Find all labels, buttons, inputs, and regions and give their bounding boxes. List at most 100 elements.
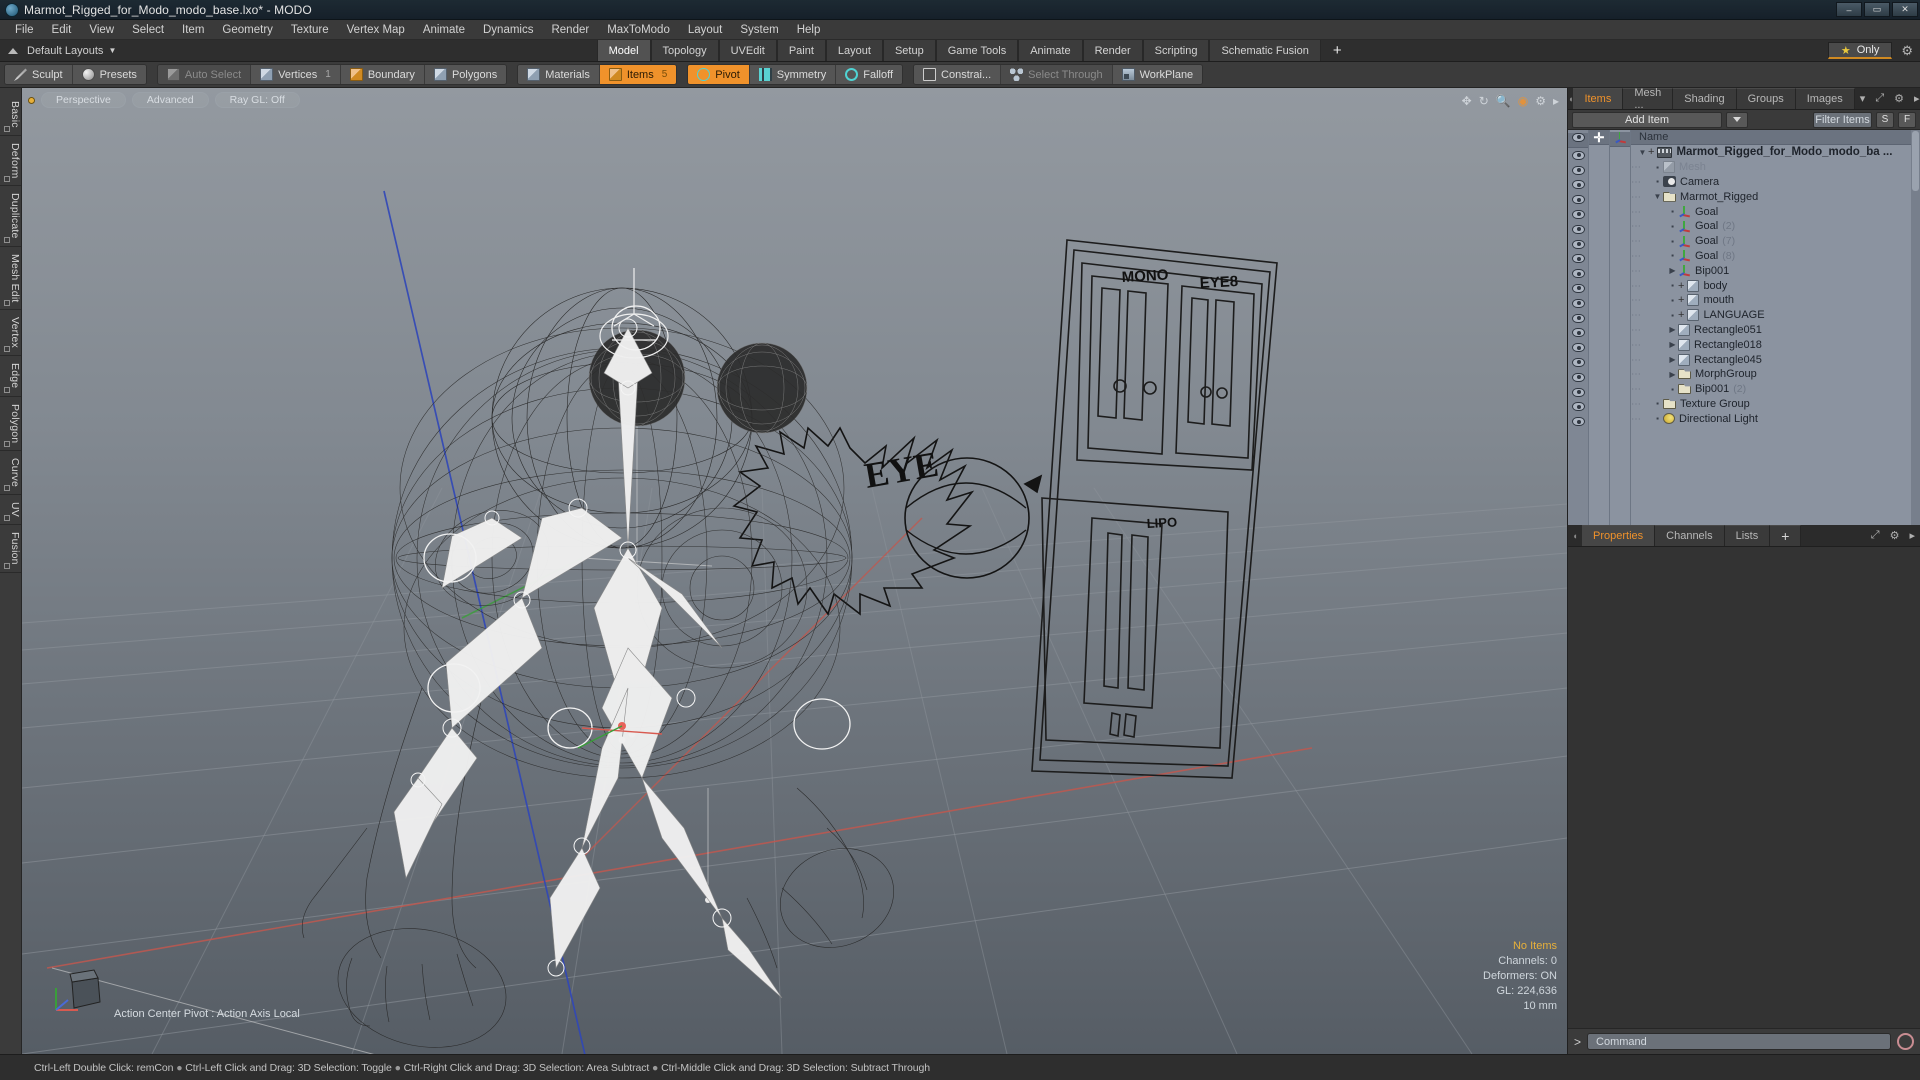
item-row[interactable]: ⋯ ▪ Directional Light bbox=[1631, 411, 1920, 426]
item-twirl-closed[interactable]: ▶ bbox=[1667, 340, 1678, 349]
menu-item-texture[interactable]: Texture bbox=[282, 22, 338, 38]
layout-tab-game-tools[interactable]: Game Tools bbox=[935, 40, 1019, 61]
item-transform-cell[interactable] bbox=[1610, 206, 1630, 221]
gear-icon[interactable]: ⚙ bbox=[1885, 525, 1905, 546]
item-row[interactable]: ⋯ ▪ Goal (7) bbox=[1631, 234, 1920, 249]
viewport-state-dot[interactable] bbox=[28, 96, 35, 104]
item-lock-cell[interactable] bbox=[1589, 397, 1609, 412]
item-visibility-toggle[interactable] bbox=[1568, 178, 1588, 193]
item-lock-cell[interactable] bbox=[1589, 160, 1609, 175]
panel-tab-channels[interactable]: Channels bbox=[1655, 525, 1725, 546]
item-row[interactable]: ⋯ ▪ Goal bbox=[1631, 204, 1920, 219]
item-row[interactable]: ⋯ ▼ Marmot_Rigged bbox=[1631, 189, 1920, 204]
item-list-scroll-thumb[interactable] bbox=[1912, 131, 1919, 191]
toolbar-button-auto-select[interactable]: Auto Select bbox=[157, 65, 252, 84]
item-transform-cell[interactable] bbox=[1610, 325, 1630, 340]
maximize-button[interactable]: ▭ bbox=[1864, 2, 1890, 17]
item-plus-icon[interactable]: + bbox=[1678, 309, 1684, 321]
item-transform-cell[interactable] bbox=[1610, 236, 1630, 251]
rail-tab-mesh-edit[interactable]: Mesh Edit bbox=[0, 247, 21, 311]
item-visibility-toggle[interactable] bbox=[1568, 355, 1588, 370]
toolbar-button-polygons[interactable]: Polygons bbox=[424, 65, 507, 84]
item-lock-cell[interactable] bbox=[1589, 337, 1609, 352]
item-twirl-closed[interactable]: ▶ bbox=[1667, 266, 1678, 275]
panel-tab-groups[interactable]: Groups bbox=[1736, 88, 1796, 109]
item-transform-cell[interactable] bbox=[1610, 280, 1630, 295]
item-twirl-closed[interactable]: ▶ bbox=[1667, 325, 1678, 334]
item-lock-cell[interactable] bbox=[1589, 189, 1609, 204]
layout-tab-setup[interactable]: Setup bbox=[882, 40, 936, 61]
item-row[interactable]: ⋯ ▶ MorphGroup bbox=[1631, 367, 1920, 382]
item-row[interactable]: ⋯ ▶ Rectangle018 bbox=[1631, 337, 1920, 352]
viewport-raygl-button[interactable]: Ray GL: Off bbox=[214, 92, 300, 108]
filter-f-button[interactable]: F bbox=[1898, 111, 1916, 128]
item-twirl-closed[interactable]: ▶ bbox=[1667, 370, 1678, 379]
item-visibility-toggle[interactable] bbox=[1568, 237, 1588, 252]
item-visibility-toggle[interactable] bbox=[1568, 281, 1588, 296]
item-row[interactable]: ⋯ ▪ Goal (2) bbox=[1631, 219, 1920, 234]
toolbar-button-constrai[interactable]: Constrai... bbox=[914, 65, 1002, 84]
layout-tab-paint[interactable]: Paint bbox=[776, 40, 826, 61]
panel-tab-properties[interactable]: Properties bbox=[1582, 525, 1656, 546]
item-transform-cell[interactable] bbox=[1610, 191, 1630, 206]
item-transform-cell[interactable] bbox=[1610, 339, 1630, 354]
rail-tab-uv[interactable]: UV bbox=[0, 495, 21, 526]
layout-tab-animate[interactable]: Animate bbox=[1018, 40, 1083, 61]
menu-item-file[interactable]: File bbox=[6, 22, 43, 38]
move-icon[interactable]: ✥ bbox=[1462, 94, 1472, 108]
gear-icon[interactable]: ⚙ bbox=[1535, 94, 1546, 108]
filter-s-button[interactable]: S bbox=[1876, 111, 1894, 128]
item-lock-cell[interactable] bbox=[1589, 175, 1609, 190]
zoom-icon[interactable]: 🔍 bbox=[1496, 94, 1511, 108]
item-lock-cell[interactable] bbox=[1589, 382, 1609, 397]
viewport-3d[interactable]: MONO EYE8 LIPO EYE Perspective Advanced … bbox=[22, 88, 1568, 1054]
layout-tab-render[interactable]: Render bbox=[1082, 40, 1143, 61]
item-visibility-toggle[interactable] bbox=[1568, 370, 1588, 385]
panel-tab-images[interactable]: Images bbox=[1795, 88, 1855, 109]
item-visibility-toggle[interactable] bbox=[1568, 340, 1588, 355]
item-transform-cell[interactable] bbox=[1610, 251, 1630, 266]
item-transform-cell[interactable] bbox=[1610, 147, 1630, 162]
item-row[interactable]: ⋯ ▪ Bip001 (2) bbox=[1631, 382, 1920, 397]
toolbar-button-workplane[interactable]: WorkPlane bbox=[1112, 65, 1203, 84]
menu-item-render[interactable]: Render bbox=[542, 22, 598, 38]
menu-item-dynamics[interactable]: Dynamics bbox=[474, 22, 542, 38]
toolbar-button-falloff[interactable]: Falloff bbox=[836, 65, 903, 84]
item-visibility-toggle[interactable] bbox=[1568, 207, 1588, 222]
item-transform-cell[interactable] bbox=[1610, 399, 1630, 414]
item-row[interactable]: ⋯ ▪ Texture Group bbox=[1631, 397, 1920, 412]
chevron-down-icon[interactable]: ▾ bbox=[1855, 88, 1871, 109]
layout-tab-scripting[interactable]: Scripting bbox=[1142, 40, 1210, 61]
record-icon[interactable] bbox=[1897, 1033, 1914, 1050]
toolbar-button-pivot[interactable]: Pivot bbox=[688, 65, 750, 84]
item-list[interactable]: ✛ Name ▼ + Marmot_Rigged_for_Modo_modo_ba … bbox=[1568, 130, 1920, 525]
menu-item-select[interactable]: Select bbox=[123, 22, 173, 38]
item-twirl-closed[interactable]: ▶ bbox=[1667, 355, 1678, 364]
item-visibility-toggle[interactable] bbox=[1568, 192, 1588, 207]
rail-tab-edge[interactable]: Edge bbox=[0, 356, 21, 397]
item-visibility-toggle[interactable] bbox=[1568, 385, 1588, 400]
add-layout-tab-button[interactable]: + bbox=[1320, 40, 1354, 61]
layout-tab-topology[interactable]: Topology bbox=[650, 40, 719, 61]
item-twirl-open[interactable]: ▼ bbox=[1652, 192, 1663, 201]
item-visibility-toggle[interactable] bbox=[1568, 222, 1588, 237]
item-transform-cell[interactable] bbox=[1610, 354, 1630, 369]
item-visibility-toggle[interactable] bbox=[1568, 296, 1588, 311]
item-visibility-toggle[interactable] bbox=[1568, 400, 1588, 415]
item-transform-cell[interactable] bbox=[1610, 221, 1630, 236]
toolbar-button-presets[interactable]: Presets bbox=[72, 65, 146, 84]
item-row[interactable]: ⋯ ▶ Bip001 bbox=[1631, 263, 1920, 278]
item-lock-cell[interactable] bbox=[1589, 367, 1609, 382]
item-plus-icon[interactable]: + bbox=[1678, 294, 1684, 306]
item-row[interactable]: ⋯ ▪ + body bbox=[1631, 278, 1920, 293]
item-plus-icon[interactable]: + bbox=[1678, 280, 1684, 292]
arrow-right-icon[interactable]: ▸ bbox=[1553, 94, 1559, 108]
rotate-icon[interactable]: ↻ bbox=[1479, 94, 1489, 108]
item-lock-cell[interactable] bbox=[1589, 145, 1609, 160]
item-transform-cell[interactable] bbox=[1610, 413, 1630, 428]
item-transform-cell[interactable] bbox=[1610, 310, 1630, 325]
toolbar-button-materials[interactable]: Materials bbox=[518, 65, 600, 84]
gear-icon[interactable]: ⚙ bbox=[1889, 88, 1909, 109]
toolbar-button-vertices[interactable]: Vertices 1 bbox=[251, 65, 341, 84]
item-row[interactable]: ⋯ ▪ Mesh bbox=[1631, 160, 1920, 175]
